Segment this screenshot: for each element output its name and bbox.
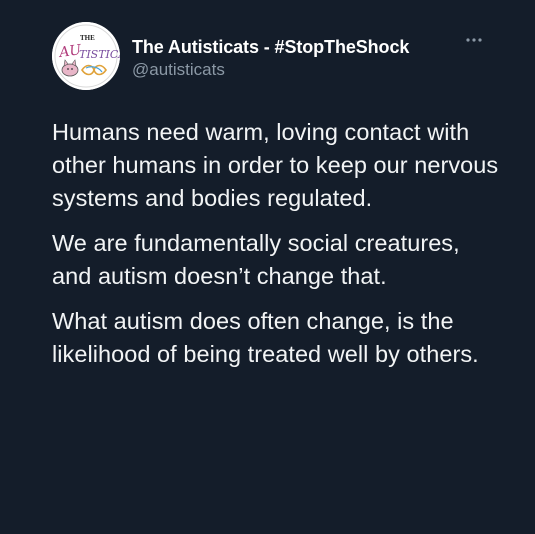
svg-text:THE: THE [80, 34, 95, 42]
autisticats-logo-icon: THE AU TISTICATS [52, 22, 120, 90]
more-options-icon [466, 38, 482, 42]
tweet-paragraph: Humans need warm, loving contact with ot… [52, 119, 499, 211]
author-names: The Autisticats - #StopTheShock @autisti… [132, 36, 409, 81]
display-name[interactable]: The Autisticats - #StopTheShock [132, 36, 409, 58]
user-handle[interactable]: @autisticats [132, 59, 409, 81]
tweet-paragraph: We are fundamentally social creatures, a… [52, 230, 460, 289]
more-options-button[interactable] [461, 32, 487, 48]
tweet-header: THE AU TISTICATS The Autisticats - #Stop… [52, 22, 492, 92]
tweet-paragraph: What autism does often change, is the li… [52, 308, 479, 367]
avatar[interactable]: THE AU TISTICATS [52, 22, 120, 90]
tweet-card: THE AU TISTICATS The Autisticats - #Stop… [0, 0, 535, 534]
tweet-text: Humans need warm, loving contact with ot… [52, 116, 502, 383]
svg-text:TISTICATS: TISTICATS [79, 48, 120, 61]
